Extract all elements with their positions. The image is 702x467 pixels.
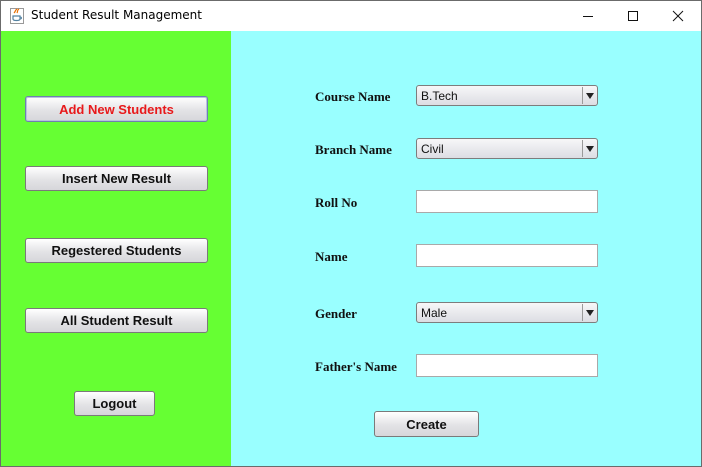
course-name-select[interactable]: B.Tech: [416, 85, 598, 106]
chevron-down-icon: [582, 304, 596, 321]
java-cup-icon: [10, 8, 24, 24]
fathers-name-label: Father's Name: [315, 359, 397, 374]
gender-value: Male: [421, 306, 448, 320]
chevron-down-icon: [582, 140, 596, 157]
title-bar: Student Result Management: [1, 1, 701, 31]
course-name-label: Course Name: [315, 89, 391, 104]
all-student-result-button[interactable]: All Student Result: [25, 308, 208, 333]
student-form-panel: Course Name B.Tech Branch Name Civil Rol…: [231, 31, 701, 466]
registered-students-button[interactable]: Regestered Students: [25, 238, 208, 263]
create-button[interactable]: Create: [374, 411, 479, 437]
minimize-icon: [583, 16, 593, 17]
branch-name-select[interactable]: Civil: [416, 138, 598, 159]
add-new-students-button[interactable]: Add New Students: [25, 96, 208, 122]
gender-select[interactable]: Male: [416, 302, 598, 323]
logout-button[interactable]: Logout: [74, 391, 155, 416]
name-label: Name: [315, 249, 348, 264]
close-button[interactable]: [655, 1, 701, 31]
minimize-button[interactable]: [565, 1, 611, 31]
maximize-button[interactable]: [610, 1, 656, 31]
chevron-down-icon: [582, 87, 596, 104]
branch-name-label: Branch Name: [315, 142, 392, 157]
app-window: Student Result Management Add New Studen…: [0, 0, 702, 467]
window-title: Student Result Management: [31, 8, 202, 22]
roll-no-input[interactable]: [416, 190, 598, 213]
gender-label: Gender: [315, 306, 357, 321]
name-input[interactable]: [416, 244, 598, 267]
maximize-icon: [628, 11, 638, 21]
insert-new-result-button[interactable]: Insert New Result: [25, 166, 208, 191]
roll-no-label: Roll No: [315, 195, 358, 210]
branch-name-value: Civil: [421, 142, 444, 156]
sidebar-panel: Add New Students Insert New Result Reges…: [1, 31, 231, 466]
course-name-value: B.Tech: [421, 89, 458, 103]
fathers-name-input[interactable]: [416, 354, 598, 377]
close-icon: [672, 10, 684, 22]
